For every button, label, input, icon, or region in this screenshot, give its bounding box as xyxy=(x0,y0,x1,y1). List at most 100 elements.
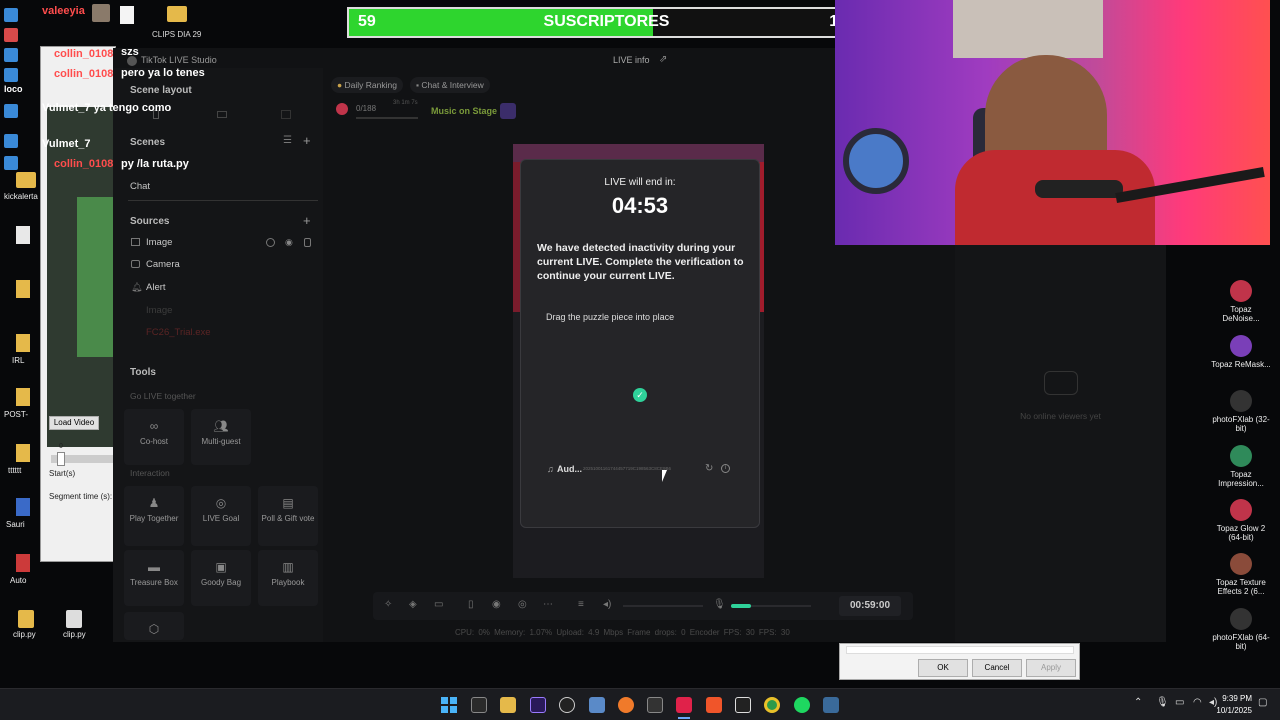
source-item-image-2[interactable]: Image xyxy=(146,305,172,316)
headphones-icon[interactable]: ♫ xyxy=(547,464,554,474)
premiere-icon[interactable] xyxy=(530,697,546,713)
network-icon[interactable]: ▭ xyxy=(1175,697,1184,708)
refresh-icon[interactable]: ↻ xyxy=(705,463,713,474)
mic-tray-icon[interactable]: 🎙︎ xyxy=(1156,697,1169,708)
obs-icon[interactable] xyxy=(559,697,575,713)
file-explorer-icon[interactable] xyxy=(500,697,516,713)
notification-icon[interactable]: ▢ xyxy=(1258,697,1267,708)
app-icon[interactable] xyxy=(823,697,839,713)
desktop-icon[interactable] xyxy=(4,104,18,118)
file-icon[interactable] xyxy=(16,280,30,298)
share-icon[interactable]: ⇗ xyxy=(659,54,667,65)
load-video-button[interactable]: Load Video xyxy=(49,416,99,430)
scene-item-chat[interactable]: Chat xyxy=(130,181,150,192)
desktop-shortcut[interactable]: Topaz Glow 2 (64-bit) xyxy=(1211,499,1271,542)
cancel-button[interactable]: Cancel xyxy=(972,659,1022,677)
source-item-alert[interactable]: Alert xyxy=(146,282,166,293)
playbook-tile[interactable]: ▥ Playbook xyxy=(258,550,318,606)
mic-volume-slider[interactable] xyxy=(731,604,811,608)
audio-captcha-link[interactable]: Aud... xyxy=(557,464,582,474)
desktop-shortcut[interactable]: photoFXlab (32-bit) xyxy=(1211,390,1271,433)
clock-time[interactable]: 9:39 PM xyxy=(1220,694,1252,703)
poll-vote-tile[interactable]: ▤ Poll & Gift vote xyxy=(258,486,318,546)
more-tool-tile[interactable]: ⬡ xyxy=(124,612,184,640)
desktop-shortcut[interactable]: Topaz ReMask... xyxy=(1211,335,1271,369)
layout-dual-icon[interactable] xyxy=(281,110,291,119)
file-icon[interactable] xyxy=(16,226,30,244)
desktop-shortcut[interactable]: Topaz DeNoise... xyxy=(1211,280,1271,323)
hexagon-icon: ⬡ xyxy=(148,622,160,636)
magic-icon[interactable]: ✧ xyxy=(384,599,392,610)
mic-icon[interactable]: 🎙︎ xyxy=(713,599,726,610)
apply-button[interactable]: Apply xyxy=(1026,659,1076,677)
folder-icon[interactable] xyxy=(16,172,36,188)
stream-icon[interactable]: ◎ xyxy=(518,599,527,610)
desktop-icon[interactable] xyxy=(4,8,18,22)
lock-icon[interactable] xyxy=(304,238,311,247)
list-icon[interactable]: ☰ xyxy=(283,135,292,146)
desktop-left-icons: loco kickalerta IRL POST- tttttt Sauri A… xyxy=(0,0,40,640)
layout-landscape-icon[interactable] xyxy=(217,111,227,118)
desktop-icon[interactable] xyxy=(4,48,18,62)
start-button[interactable] xyxy=(441,697,457,713)
desktop-icon[interactable] xyxy=(4,28,18,42)
chat-interview-tab[interactable]: ▪ Chat & Interview xyxy=(410,77,490,93)
clock-date[interactable]: 10/1/2025 xyxy=(1212,706,1252,715)
chevron-up-icon[interactable]: ⌃ xyxy=(1134,697,1142,708)
info-icon[interactable]: i xyxy=(721,464,730,473)
play-together-tile[interactable]: ♟ Play Together xyxy=(124,486,184,546)
desktop-icon[interactable] xyxy=(4,156,18,170)
chrome-icon[interactable] xyxy=(764,697,780,713)
speaker-icon[interactable]: ◂) xyxy=(603,599,611,610)
visibility-icon[interactable] xyxy=(266,238,275,247)
desktop-icon[interactable] xyxy=(4,134,18,148)
goody-bag-tile[interactable]: ▣ Goody Bag xyxy=(191,550,251,606)
live-goal-tile[interactable]: ◎ LIVE Goal xyxy=(191,486,251,546)
live-info-link[interactable]: LIVE info xyxy=(613,55,650,65)
speaker-volume-slider[interactable] xyxy=(623,605,703,607)
add-scene-icon[interactable]: + xyxy=(303,133,311,148)
more-icon[interactable]: ⋯ xyxy=(543,599,553,610)
file-icon[interactable] xyxy=(16,498,30,516)
terminal-icon[interactable] xyxy=(647,697,663,713)
source-item-camera[interactable]: Camera xyxy=(146,259,180,270)
folder-icon[interactable] xyxy=(16,388,30,406)
python-file-icon[interactable] xyxy=(18,610,34,628)
effects-icon[interactable]: ◈ xyxy=(409,599,417,610)
ok-button[interactable]: OK xyxy=(918,659,968,677)
wifi-icon[interactable]: ◠ xyxy=(1193,697,1202,708)
daily-ranking-tab[interactable]: ● Daily Ranking xyxy=(331,77,403,93)
brave-icon[interactable] xyxy=(706,697,722,713)
capcut-icon[interactable] xyxy=(735,697,751,713)
music-on-stage-button[interactable]: Music on Stage xyxy=(431,106,497,116)
spotify-icon[interactable] xyxy=(794,697,810,713)
slider-thumb[interactable] xyxy=(57,452,65,466)
layout-icon[interactable]: ▭ xyxy=(434,599,443,610)
eye-icon[interactable]: ◉ xyxy=(285,237,293,248)
phone-icon[interactable]: ▯ xyxy=(468,599,474,610)
folder-icon[interactable] xyxy=(16,334,30,352)
desktop-shortcut[interactable]: photoFXlab (64-bit) xyxy=(1211,608,1271,651)
treasure-box-tile[interactable]: ▬ Treasure Box xyxy=(124,550,184,606)
settings-sliders-icon[interactable]: ≡ xyxy=(578,599,584,610)
record-icon[interactable]: ◉ xyxy=(492,599,501,610)
multiguest-tile[interactable]: 👥︎ Multi-guest xyxy=(191,409,251,465)
notepad-icon[interactable] xyxy=(589,697,605,713)
folder-icon[interactable] xyxy=(167,6,187,22)
file-icon[interactable] xyxy=(16,444,30,462)
python-file-icon[interactable] xyxy=(66,610,82,628)
sidebar: Scene layout Scenes ☰ + Chat Sources + I… xyxy=(113,68,323,642)
webcam-poster xyxy=(953,0,1103,58)
desktop-shortcut[interactable]: Topaz Impression... xyxy=(1211,445,1271,488)
file-icon[interactable] xyxy=(120,6,134,24)
tiktok-icon[interactable] xyxy=(676,697,692,713)
cohost-tile[interactable]: ∞ Co-host xyxy=(124,409,184,465)
epic-games-icon[interactable] xyxy=(471,697,487,713)
desktop-shortcut[interactable]: Topaz Texture Effects 2 (6... xyxy=(1211,553,1271,596)
desktop-icon[interactable] xyxy=(4,68,18,82)
firefox-icon[interactable] xyxy=(618,697,634,713)
source-item-exe[interactable]: FC26_Trial.exe xyxy=(146,327,211,338)
file-icon[interactable] xyxy=(16,554,30,572)
add-source-icon[interactable]: + xyxy=(303,213,311,228)
source-item-image[interactable]: Image xyxy=(146,237,172,248)
